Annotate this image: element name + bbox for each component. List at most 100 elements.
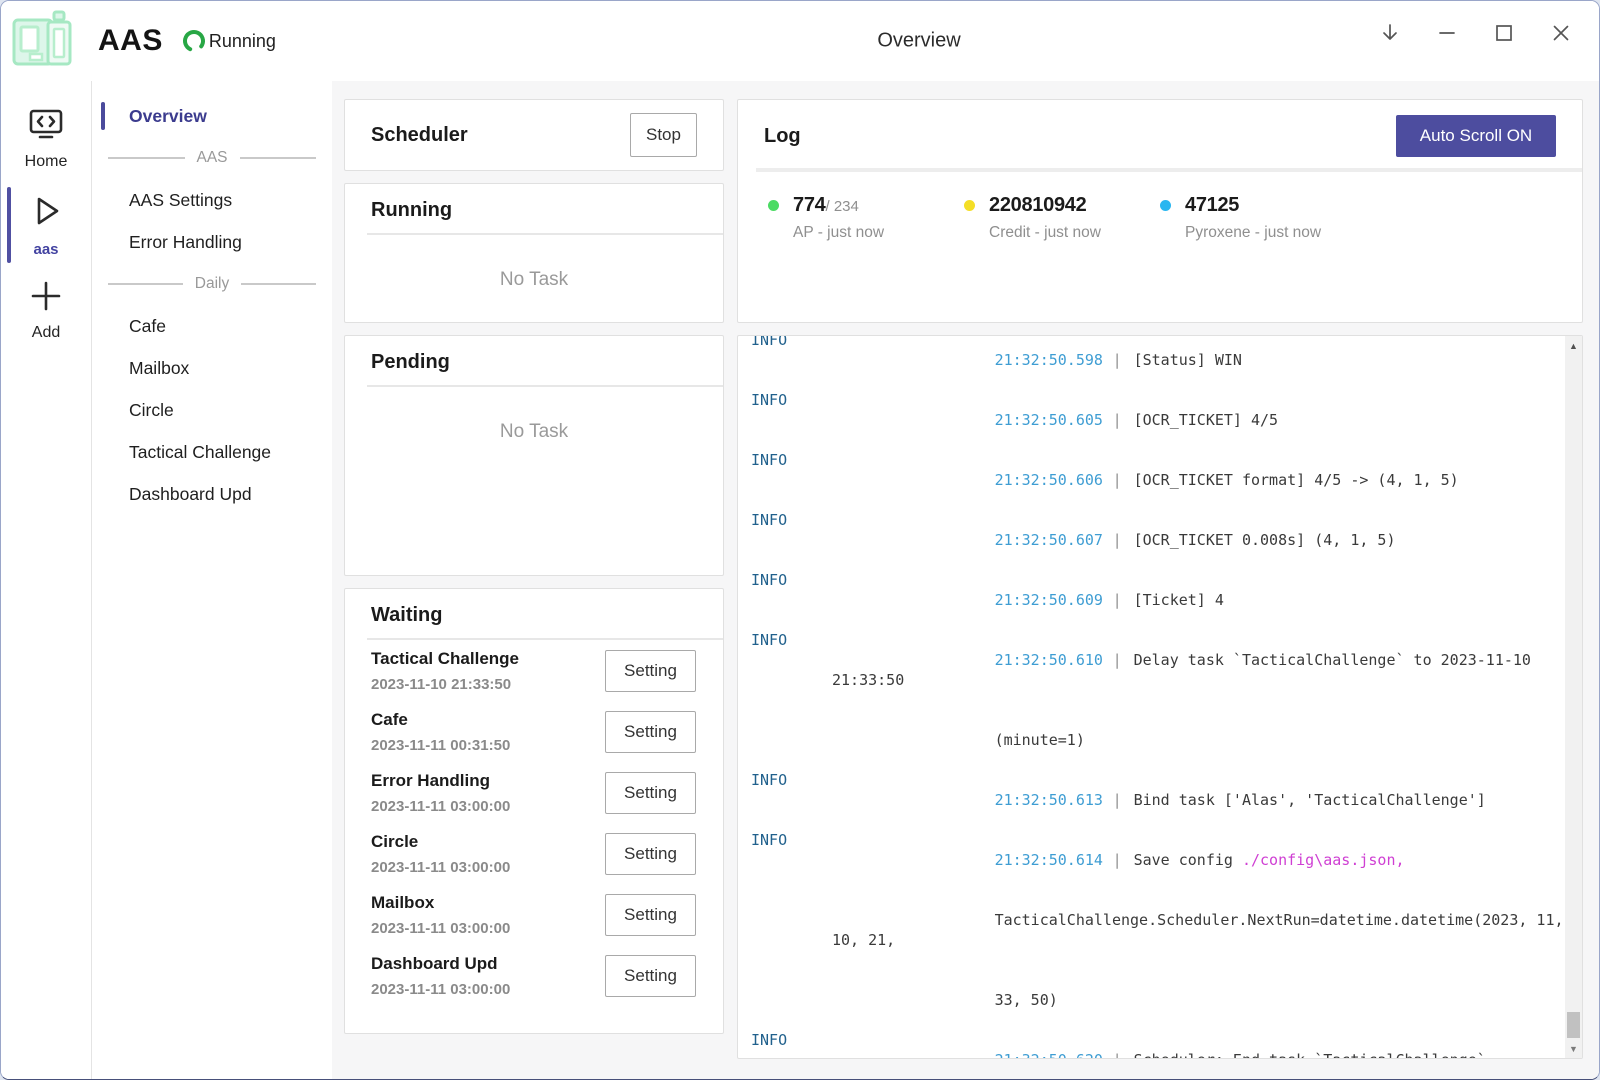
nav-item[interactable]: Circle: [92, 389, 332, 431]
task-next-run-time: 2023-11-10 21:33:50: [371, 676, 519, 693]
log-message: Delay task `TacticalChallenge` to 2023-1…: [832, 651, 1540, 689]
stop-button[interactable]: Stop: [630, 113, 697, 157]
log-content: INFO21:32:50.598[Status] WIN INFO21:32:5…: [738, 336, 1565, 1058]
log-separator: [1113, 531, 1122, 549]
log-line: (minute=1): [738, 710, 1565, 770]
running-title: Running: [371, 199, 697, 222]
log-line: INFO21:32:50.613Bind task ['Alas', 'Tact…: [738, 770, 1565, 830]
icon-rail: Home aas Add: [1, 81, 92, 1079]
log-panel[interactable]: INFO21:32:50.598[Status] WIN INFO21:32:5…: [737, 335, 1583, 1059]
log-config-path: ./config\aas.json,: [1242, 851, 1405, 869]
scheduler-status: Running: [181, 28, 276, 54]
log-message: 33, 50): [995, 991, 1058, 1009]
close-icon[interactable]: [1549, 21, 1573, 45]
log-message: Bind task ['Alas', 'TacticalChallenge']: [1134, 791, 1486, 809]
task-info: Dashboard Upd 2023-11-11 03:00:00: [371, 954, 510, 998]
log-line: INFO21:32:50.610Delay task `TacticalChal…: [738, 630, 1565, 710]
task-info: Mailbox 2023-11-11 03:00:00: [371, 893, 510, 937]
log-level: INFO: [751, 390, 787, 410]
task-setting-button[interactable]: Setting: [605, 833, 696, 875]
pending-empty-text: No Task: [345, 421, 723, 443]
stat-value: 47125: [1185, 194, 1239, 217]
task-info: Error Handling 2023-11-11 03:00:00: [371, 771, 510, 815]
window-controls: [1378, 1, 1573, 65]
stat-caption: AP - just now: [793, 224, 884, 242]
log-level: INFO: [751, 570, 787, 590]
log-message: Save config: [1134, 851, 1242, 869]
scrollbar-thumb[interactable]: [1567, 1012, 1580, 1038]
scroll-up-icon[interactable]: ▲: [1565, 337, 1582, 354]
running-spinner-icon: [181, 28, 207, 54]
task-next-run-time: 2023-11-11 00:31:50: [371, 737, 510, 754]
log-line: INFO21:32:50.606[OCR_TICKET format] 4/5 …: [738, 450, 1565, 510]
log-scroll-area[interactable]: INFO21:32:50.598[Status] WIN INFO21:32:5…: [738, 336, 1565, 1058]
resource-stats: 774 / 234 AP - just now: [738, 172, 1582, 242]
log-line: 33, 50): [738, 970, 1565, 1030]
log-timestamp: 21:32:50.620: [995, 1050, 1105, 1058]
rail-item[interactable]: Home: [1, 99, 91, 180]
waiting-task-row: Dashboard Upd 2023-11-11 03:00:00 Settin…: [345, 945, 723, 1006]
auto-scroll-button[interactable]: Auto Scroll ON: [1396, 115, 1556, 157]
running-empty-text: No Task: [345, 269, 723, 291]
stat-text: 47125 Pyroxene - just now: [1185, 194, 1321, 242]
log-line: INFO21:32:50.614Save config ./config\aas…: [738, 830, 1565, 890]
nav-item-label: AAS: [197, 149, 228, 167]
log-separator: [1113, 791, 1122, 809]
download-icon[interactable]: [1378, 21, 1402, 45]
task-setting-button[interactable]: Setting: [605, 955, 696, 997]
rail-item[interactable]: aas: [1, 183, 91, 267]
nav-item[interactable]: Dashboard Upd: [92, 473, 332, 515]
nav-item[interactable]: Error Handling: [92, 221, 332, 263]
nav-item-label: Circle: [129, 400, 174, 421]
stat-text: 220810942 Credit - just now: [989, 194, 1101, 242]
log-line: INFO21:32:50.605[OCR_TICKET] 4/5: [738, 390, 1565, 450]
task-setting-button[interactable]: Setting: [605, 711, 696, 753]
task-setting-button[interactable]: Setting: [605, 772, 696, 814]
log-line: TacticalChallenge.Scheduler.NextRun=date…: [738, 890, 1565, 970]
task-next-run-time: 2023-11-11 03:00:00: [371, 859, 510, 876]
nav-item-label: Overview: [129, 106, 207, 127]
nav-item-label: Daily: [195, 275, 229, 293]
task-setting-button[interactable]: Setting: [605, 894, 696, 936]
log-separator: [1113, 411, 1122, 429]
nav-item[interactable]: Mailbox: [92, 347, 332, 389]
log-card: Log Auto Scroll ON 774: [737, 99, 1583, 323]
nav-item-label: Error Handling: [129, 232, 242, 253]
task-setting-button[interactable]: Setting: [605, 650, 696, 692]
log-timestamp: 21:32:50.605: [995, 410, 1105, 430]
title-bar: AAS Running Overview: [1, 1, 1599, 81]
task-name: Error Handling: [371, 771, 510, 791]
stat-caption: Credit - just now: [989, 224, 1101, 242]
app-name: AAS: [98, 24, 163, 58]
nav-item[interactable]: Tactical Challenge: [92, 431, 332, 473]
maximize-icon[interactable]: [1492, 21, 1516, 45]
log-level: INFO: [751, 1030, 787, 1050]
divider: [367, 233, 723, 235]
app-window: AAS Running Overview: [0, 0, 1600, 1080]
nav-item[interactable]: AAS Settings: [92, 179, 332, 221]
log-line: INFO21:32:50.598[Status] WIN: [738, 336, 1565, 390]
divider: [367, 385, 723, 387]
nav-item[interactable]: Daily: [92, 263, 332, 305]
log-separator: [1113, 591, 1122, 609]
log-timestamp: 21:32:50.598: [995, 350, 1105, 370]
log-separator: [1113, 851, 1122, 869]
log-timestamp: 21:32:50.607: [995, 530, 1105, 550]
nav-item[interactable]: Cafe: [92, 305, 332, 347]
stat-text: 774 / 234 AP - just now: [793, 194, 884, 242]
log-title: Log: [764, 125, 801, 148]
active-indicator: [101, 102, 105, 130]
stat-dot-icon: [1160, 200, 1171, 211]
task-name: Mailbox: [371, 893, 510, 913]
app-body: Home aas Add Overview: [1, 81, 1599, 1079]
task-next-run-time: 2023-11-11 03:00:00: [371, 920, 510, 937]
nav-item[interactable]: Overview: [92, 95, 332, 137]
nav-item[interactable]: AAS: [92, 137, 332, 179]
rail-item[interactable]: Add: [1, 270, 91, 351]
nav-item-label: Mailbox: [129, 358, 189, 379]
log-timestamp: 21:32:50.610: [995, 650, 1105, 670]
scroll-down-icon[interactable]: ▼: [1565, 1040, 1582, 1057]
minimize-icon[interactable]: [1435, 21, 1459, 45]
log-scrollbar[interactable]: ▲ ▼: [1565, 336, 1582, 1058]
nav-sidebar: Overview AAS AAS Settings Error Handling: [92, 81, 332, 1079]
